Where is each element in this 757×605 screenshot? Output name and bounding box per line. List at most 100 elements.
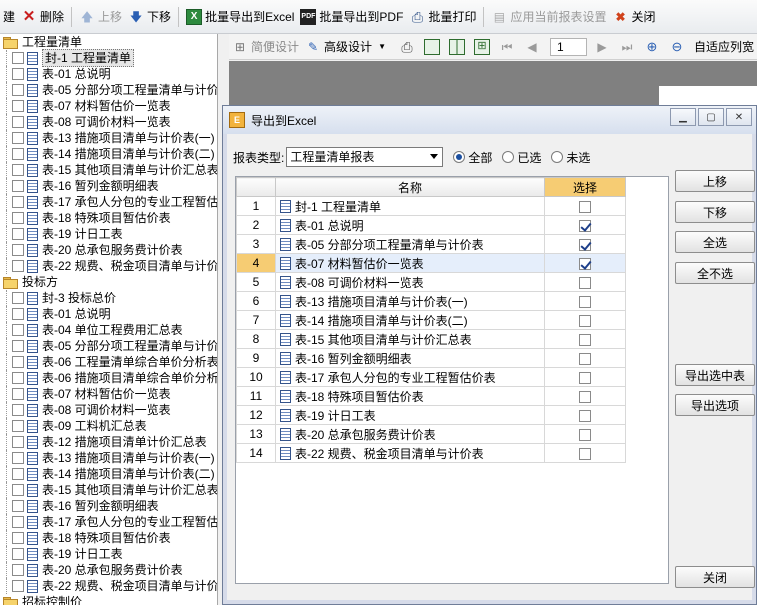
- tree-item[interactable]: 表-20 总承包服务费计价表: [0, 562, 217, 578]
- row-checkbox[interactable]: [579, 257, 591, 270]
- batch-print-button[interactable]: ⎙ 批量打印: [406, 4, 479, 30]
- row-checkbox[interactable]: [579, 238, 591, 251]
- tree-item[interactable]: 表-16 暂列金额明细表: [0, 498, 217, 514]
- minimize-button[interactable]: ▁: [670, 108, 696, 126]
- tree-item-checkbox[interactable]: [12, 260, 24, 272]
- tree-item-checkbox[interactable]: [12, 308, 24, 320]
- tree-item-checkbox[interactable]: [12, 228, 24, 240]
- tree-item[interactable]: 表-01 总说明: [0, 306, 217, 322]
- two-pages-button[interactable]: [446, 38, 471, 55]
- table-row[interactable]: 6 表-13 措施项目清单与计价表(一): [236, 291, 626, 311]
- tree-item[interactable]: 表-05 分部分项工程量清单与计价表: [0, 82, 217, 98]
- maximize-button[interactable]: ▢: [698, 108, 724, 126]
- tree-item-checkbox[interactable]: [12, 292, 24, 304]
- row-checkbox[interactable]: [579, 314, 591, 327]
- tree-item[interactable]: 表-05 分部分项工程量清单与计价表: [0, 338, 217, 354]
- row-checkbox[interactable]: [579, 333, 591, 346]
- tree-item[interactable]: 表-19 计日工表: [0, 226, 217, 242]
- first-page-button[interactable]: ⏮: [496, 39, 521, 55]
- export-selected-table-button[interactable]: 导出选中表: [675, 364, 755, 386]
- tree-item[interactable]: 表-01 总说明: [0, 66, 217, 82]
- zoom-in-button[interactable]: ⊕: [641, 39, 666, 55]
- row-checkbox[interactable]: [579, 390, 591, 403]
- tree-item-checkbox[interactable]: [12, 548, 24, 560]
- dialog-close-button[interactable]: 关闭: [675, 566, 755, 588]
- tree-item-checkbox[interactable]: [12, 68, 24, 80]
- select-none-button[interactable]: 全不选: [675, 262, 755, 284]
- tree-item-checkbox[interactable]: [12, 84, 24, 96]
- tree-item[interactable]: 表-04 单位工程费用汇总表: [0, 322, 217, 338]
- dialog-title-bar[interactable]: E 导出到Excel ▁ ▢ ✕: [223, 106, 756, 134]
- tree-group-control-price[interactable]: 招标控制价: [0, 594, 217, 605]
- tree-item[interactable]: 表-17 承包人分包的专业工程暂估价表: [0, 514, 217, 530]
- window-close-button[interactable]: ✕: [726, 108, 752, 126]
- radio-selected[interactable]: 已选: [502, 149, 541, 166]
- row-checkbox[interactable]: [579, 295, 591, 308]
- table-row[interactable]: 2 表-01 总说明: [236, 215, 626, 235]
- print-preview-button[interactable]: ⎙: [396, 39, 421, 55]
- close-button[interactable]: ✖ 关闭: [609, 4, 658, 30]
- tree-item-checkbox[interactable]: [12, 148, 24, 160]
- header-name[interactable]: 名称: [275, 177, 545, 197]
- tree-item[interactable]: 表-14 措施项目清单与计价表(二): [0, 466, 217, 482]
- tree-item-checkbox[interactable]: [12, 356, 24, 368]
- tree-item-checkbox[interactable]: [12, 52, 24, 64]
- tree-item-checkbox[interactable]: [12, 372, 24, 384]
- tree-item[interactable]: 表-07 材料暂估价一览表: [0, 98, 217, 114]
- row-checkbox[interactable]: [579, 409, 591, 422]
- delete-button[interactable]: ✕ 删除: [18, 4, 67, 30]
- table-row[interactable]: 10 表-17 承包人分包的专业工程暂估价表: [236, 367, 626, 387]
- tree-item[interactable]: 表-22 规费、税金项目清单与计价表: [0, 258, 217, 274]
- header-pick[interactable]: 选择: [544, 177, 626, 197]
- row-checkbox[interactable]: [579, 219, 591, 232]
- tree-item-checkbox[interactable]: [12, 132, 24, 144]
- tree-item[interactable]: 表-07 材料暂估价一览表: [0, 386, 217, 402]
- table-row[interactable]: 3 表-05 分部分项工程量清单与计价表: [236, 234, 626, 254]
- fit-column-width-button[interactable]: 自适应列宽: [691, 38, 757, 55]
- tree-item[interactable]: 表-17 承包人分包的专业工程暂估价表: [0, 194, 217, 210]
- tree-item-checkbox[interactable]: [12, 484, 24, 496]
- move-down-dialog-button[interactable]: 下移: [675, 201, 755, 223]
- tree-item-checkbox[interactable]: [12, 388, 24, 400]
- tree-item[interactable]: 表-08 可调价材料一览表: [0, 114, 217, 130]
- tree-item[interactable]: 表-18 特殊项目暂估价表: [0, 210, 217, 226]
- tree-item[interactable]: 表-13 措施项目清单与计价表(一): [0, 450, 217, 466]
- tree-item-checkbox[interactable]: [12, 100, 24, 112]
- tree-item-checkbox[interactable]: [12, 164, 24, 176]
- tree-item[interactable]: 表-13 措施项目清单与计价表(一): [0, 130, 217, 146]
- tree-item-checkbox[interactable]: [12, 468, 24, 480]
- tree-item[interactable]: 表-12 措施项目清单计价汇总表: [0, 434, 217, 450]
- tree-item[interactable]: 表-15 其他项目清单与计价汇总表: [0, 162, 217, 178]
- tree-item-checkbox[interactable]: [12, 564, 24, 576]
- table-row[interactable]: 9 表-16 暂列金额明细表: [236, 348, 626, 368]
- table-row[interactable]: 8 表-15 其他项目清单与计价汇总表: [236, 329, 626, 349]
- table-row[interactable]: 5 表-08 可调价材料一览表: [236, 272, 626, 292]
- tree-item[interactable]: 封-3 投标总价: [0, 290, 217, 306]
- tree-item-checkbox[interactable]: [12, 420, 24, 432]
- new-button[interactable]: 建: [0, 4, 18, 30]
- tree-item-checkbox[interactable]: [12, 500, 24, 512]
- radio-unselected[interactable]: 未选: [551, 149, 590, 166]
- row-checkbox[interactable]: [579, 428, 591, 441]
- apply-report-settings-button[interactable]: ▤ 应用当前报表设置: [488, 4, 609, 30]
- tree-item[interactable]: 表-15 其他项目清单与计价汇总表: [0, 482, 217, 498]
- last-page-button[interactable]: ⏭: [616, 39, 641, 55]
- tree-item-checkbox[interactable]: [12, 580, 24, 592]
- tree-item[interactable]: 表-19 计日工表: [0, 546, 217, 562]
- table-row[interactable]: 4 表-07 材料暂估价一览表: [236, 253, 626, 273]
- tree-item-checkbox[interactable]: [12, 196, 24, 208]
- row-checkbox[interactable]: [579, 371, 591, 384]
- multi-pages-button[interactable]: ⊞: [471, 38, 496, 55]
- tree-item-checkbox[interactable]: [12, 244, 24, 256]
- tree-item[interactable]: 表-18 特殊项目暂估价表: [0, 530, 217, 546]
- tree-item[interactable]: 表-06 措施项目清单综合单价分析表: [0, 370, 217, 386]
- table-row[interactable]: 12 表-19 计日工表: [236, 405, 626, 425]
- row-checkbox[interactable]: [579, 352, 591, 365]
- tree-item[interactable]: 表-09 工料机汇总表: [0, 418, 217, 434]
- move-up-dialog-button[interactable]: 上移: [675, 170, 755, 192]
- simple-design-button[interactable]: ⊞ 简便设计: [229, 38, 302, 55]
- page-number-input[interactable]: 1: [550, 37, 587, 56]
- single-page-button[interactable]: [421, 38, 446, 55]
- move-down-button[interactable]: 🡇 下移: [125, 4, 174, 30]
- tree-group-bill-of-quantities[interactable]: 工程量清单: [0, 34, 217, 50]
